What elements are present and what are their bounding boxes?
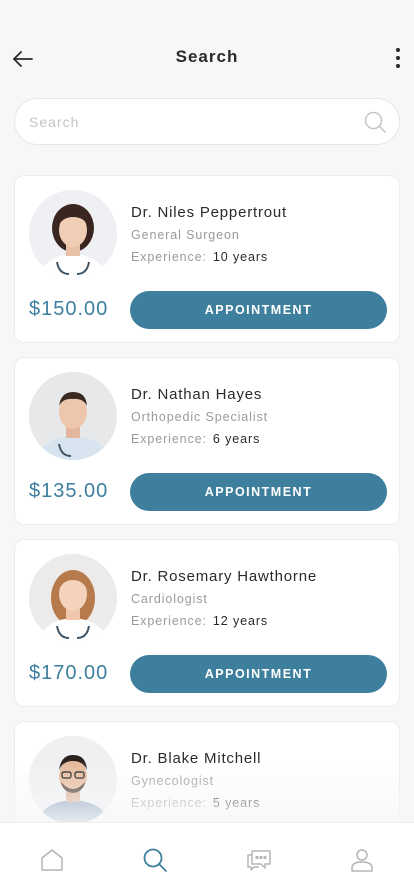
doctor-name: Dr. Rosemary Hawthorne xyxy=(131,568,317,585)
doctor-experience: Experience: 6 years xyxy=(131,432,260,446)
experience-value: 12 years xyxy=(212,614,269,628)
doctor-avatar xyxy=(29,736,117,824)
experience-label: Experience: xyxy=(131,796,207,810)
doctor-experience: Experience: 5 years xyxy=(131,796,260,810)
doctor-list: Dr. Niles Peppertrout General Surgeon Ex… xyxy=(14,175,400,896)
search-icon xyxy=(143,848,168,872)
app-header: Search xyxy=(0,0,414,96)
search-screen: Search Search Dr. Niles Peppertrout Gene… xyxy=(0,0,414,896)
doctor-card[interactable]: Dr. Rosemary Hawthorne Cardiologist Expe… xyxy=(14,539,400,707)
nav-search[interactable] xyxy=(135,845,175,875)
home-icon xyxy=(41,849,63,871)
doctor-specialty: Orthopedic Specialist xyxy=(131,410,269,424)
experience-label: Experience: xyxy=(131,432,207,446)
doctor-name: Dr. Nathan Hayes xyxy=(131,386,263,403)
search-icon[interactable] xyxy=(363,110,387,134)
nav-home[interactable] xyxy=(32,845,72,875)
doctor-name: Dr. Blake Mitchell xyxy=(131,750,262,767)
appointment-button[interactable]: APPOINTMENT xyxy=(130,473,387,511)
consultation-price: $135.00 xyxy=(29,480,109,502)
search-bar xyxy=(14,98,400,145)
doctor-card[interactable]: Dr. Niles Peppertrout General Surgeon Ex… xyxy=(14,175,400,343)
doctor-specialty: General Surgeon xyxy=(131,228,240,242)
doctor-name: Dr. Niles Peppertrout xyxy=(131,204,288,221)
doctor-card[interactable]: Dr. Nathan Hayes Orthopedic Specialist E… xyxy=(14,357,400,525)
search-input[interactable] xyxy=(29,113,363,130)
doctor-experience: Experience: 12 years xyxy=(131,614,268,628)
experience-label: Experience: xyxy=(131,250,207,264)
nav-profile[interactable] xyxy=(342,845,382,875)
more-options-button[interactable] xyxy=(390,44,406,72)
bottom-nav xyxy=(0,822,414,896)
consultation-price: $170.00 xyxy=(29,662,109,684)
appointment-button[interactable]: APPOINTMENT xyxy=(130,291,387,329)
doctor-specialty: Cardiologist xyxy=(131,592,208,606)
doctor-avatar xyxy=(29,190,117,278)
chat-icon xyxy=(247,850,271,871)
experience-value: 10 years xyxy=(212,250,269,264)
experience-value: 6 years xyxy=(212,432,261,446)
appointment-button[interactable]: APPOINTMENT xyxy=(130,655,387,693)
nav-messages[interactable] xyxy=(239,845,279,875)
doctor-experience: Experience: 10 years xyxy=(131,250,268,264)
experience-value: 5 years xyxy=(212,796,261,810)
doctor-avatar xyxy=(29,554,117,642)
experience-label: Experience: xyxy=(131,614,207,628)
page-title: Search xyxy=(175,47,239,66)
profile-icon xyxy=(351,849,373,872)
doctor-avatar xyxy=(29,372,117,460)
doctor-specialty: Gynecologist xyxy=(131,774,215,788)
consultation-price: $150.00 xyxy=(29,298,109,320)
more-vertical-icon xyxy=(396,48,400,52)
